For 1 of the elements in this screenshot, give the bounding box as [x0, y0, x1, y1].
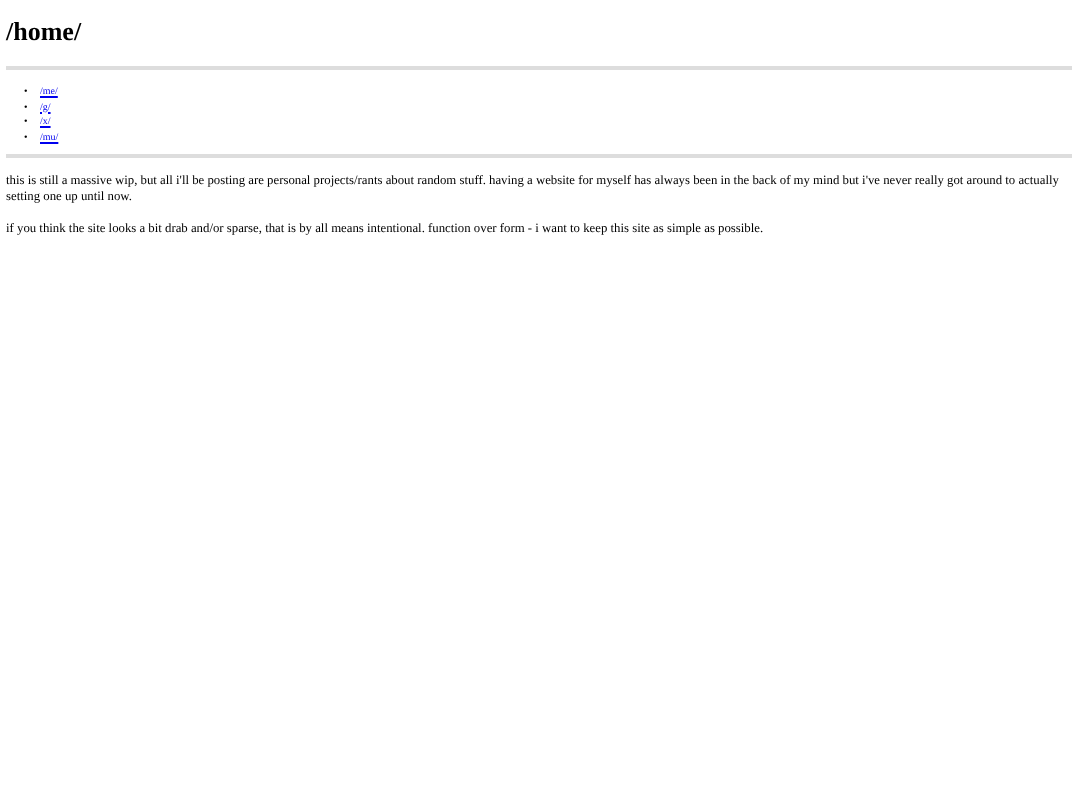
page-heading: /home/ [6, 16, 82, 48]
